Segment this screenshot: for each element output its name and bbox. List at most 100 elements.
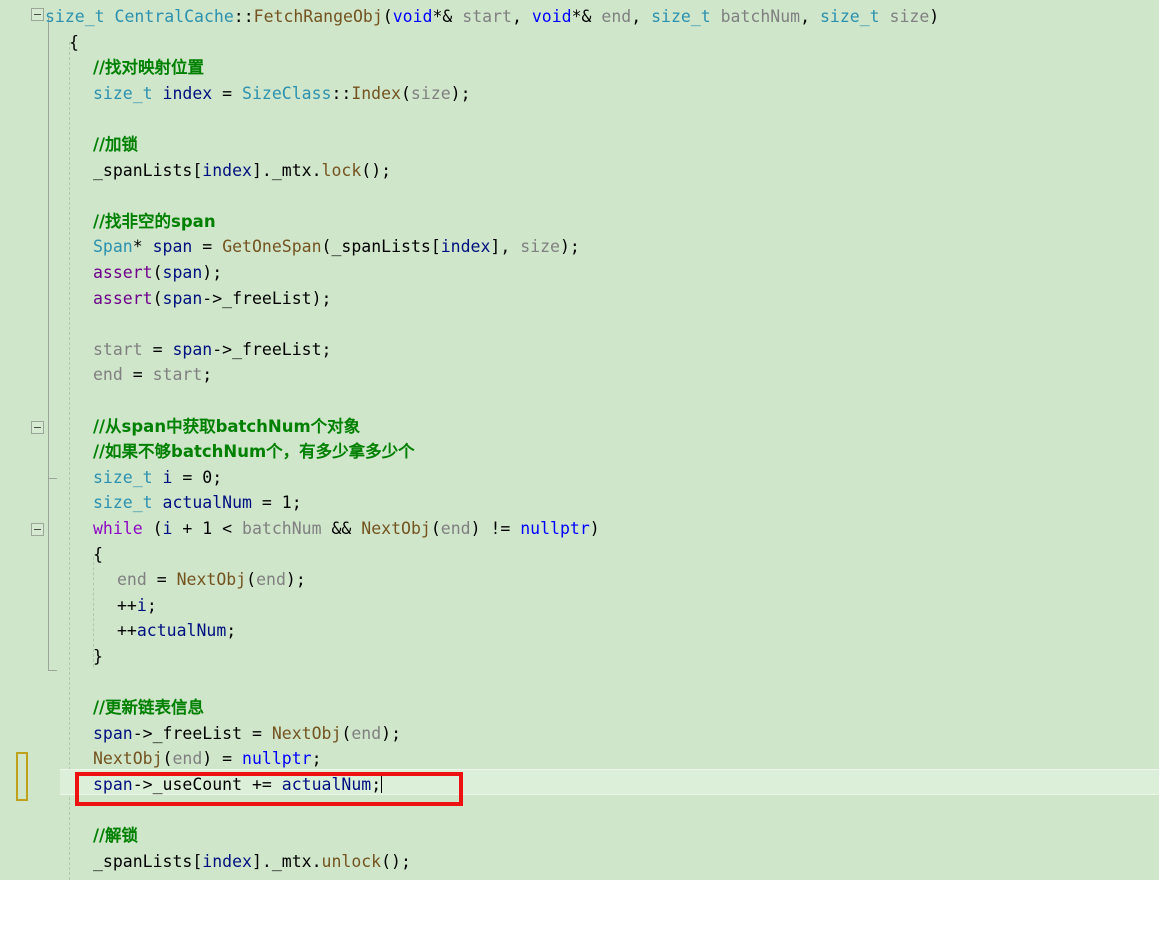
code-token: . — [311, 851, 322, 871]
code-token: actualNum — [136, 621, 227, 641]
code-token: batchNum — [242, 519, 322, 538]
code-token: . — [311, 160, 322, 180]
code-line[interactable]: ++i; — [117, 593, 157, 619]
code-token: * — [132, 237, 153, 257]
code-token: span — [172, 339, 213, 359]
code-token: ); — [450, 83, 471, 103]
code-token: [ — [192, 851, 203, 871]
code-token: size_t — [819, 7, 880, 26]
code-line[interactable]: { — [93, 542, 103, 568]
code-line[interactable]: span->_useCount += actualNum; — [93, 772, 383, 798]
code-token: :: — [331, 83, 352, 103]
code-token: end — [93, 365, 123, 385]
code-token: assert — [93, 288, 153, 308]
code-line[interactable]: ++actualNum; — [117, 618, 236, 644]
code-token: ( — [152, 263, 163, 282]
code-token: size_t — [93, 493, 153, 513]
code-token: ; — [202, 365, 213, 385]
code-line[interactable]: _spanLists[index]._mtx.lock(); — [93, 158, 391, 184]
code-token: //找对映射位置 — [93, 58, 205, 78]
code-line[interactable]: Span* span = GetOneSpan(_spanLists[index… — [93, 234, 580, 260]
code-token: ++ — [117, 595, 137, 615]
code-token: //从span中获取batchNum个对象 — [93, 416, 361, 436]
code-token: += — [242, 775, 282, 794]
code-token: && — [321, 519, 362, 538]
code-token: void — [392, 7, 433, 26]
code-token: , — [800, 7, 820, 26]
fold-marker-comment-block[interactable] — [31, 421, 44, 434]
code-token: //找非空的span — [93, 211, 216, 231]
code-line[interactable]: start = span->_freeList; — [93, 337, 331, 363]
code-token: while — [93, 519, 143, 538]
code-editor-viewport[interactable]: size_t CentralCache::FetchRangeObj(void*… — [0, 0, 1159, 880]
code-line[interactable]: //从span中获取batchNum个对象 — [93, 414, 360, 440]
code-token: _spanLists — [93, 160, 193, 180]
code-line[interactable]: { — [69, 30, 79, 56]
code-token: SizeClass — [242, 83, 332, 103]
code-line[interactable]: //解锁 — [93, 823, 138, 849]
code-token: _spanLists — [93, 851, 193, 871]
code-line[interactable]: //如果不够batchNum个，有多少拿多少个 — [93, 439, 415, 465]
code-token: _spanLists — [331, 237, 431, 257]
code-token: i — [162, 519, 173, 538]
code-token: end — [172, 749, 203, 769]
code-token: = — [172, 467, 203, 487]
code-token: *& — [432, 7, 463, 26]
code-token: start — [462, 7, 512, 26]
code-token: NextObj — [176, 570, 247, 590]
code-token: span — [162, 288, 203, 308]
code-line[interactable]: size_t index = SizeClass::Index(size); — [93, 81, 471, 107]
code-token: unlock — [321, 851, 382, 871]
code-token: batchNum — [720, 7, 801, 26]
code-token: //如果不够batchNum个，有多少拿多少个 — [93, 442, 415, 462]
code-token: CentralCache — [114, 7, 234, 26]
code-token: ( — [341, 723, 352, 743]
code-token: size — [889, 7, 930, 26]
code-token: , — [511, 7, 532, 26]
code-token: < — [212, 519, 243, 538]
unsaved-change-marker — [16, 752, 28, 801]
code-token: _freeList — [222, 288, 312, 308]
code-line[interactable]: NextObj(end) = nullptr; — [93, 746, 322, 772]
code-token: ( — [430, 519, 441, 538]
outline-vertical-line-comment-block — [48, 440, 49, 478]
code-token: size_t — [93, 467, 153, 487]
code-line[interactable]: //找非空的span — [93, 209, 216, 235]
fold-marker-function[interactable] — [31, 8, 44, 21]
code-line[interactable]: assert(span); — [93, 260, 222, 286]
code-line[interactable]: //加锁 — [93, 132, 138, 158]
code-token: index — [202, 851, 252, 871]
code-line[interactable]: span->_freeList = NextObj(end); — [93, 721, 401, 747]
indent-guide-level-1 — [69, 42, 70, 880]
code-line[interactable]: size_t actualNum = 1; — [93, 490, 302, 516]
code-token: ( — [152, 288, 163, 308]
code-token: ); — [311, 288, 332, 308]
code-token: span — [93, 775, 133, 794]
code-token: start — [152, 365, 203, 385]
code-line[interactable]: end = NextObj(end); — [117, 567, 306, 593]
code-token: ; — [226, 621, 237, 641]
code-token: -> — [212, 339, 233, 359]
code-line[interactable]: _spanLists[index]._mtx.unlock(); — [93, 849, 411, 875]
code-line[interactable]: //更新链表信息 — [93, 695, 204, 721]
code-line[interactable]: size_t CentralCache::FetchRangeObj(void*… — [45, 4, 939, 30]
code-line[interactable]: //找对映射位置 — [93, 55, 204, 81]
code-token: actualNum — [281, 775, 372, 794]
code-line[interactable]: assert(span->_freeList); — [93, 286, 331, 312]
code-token: NextObj — [271, 723, 342, 743]
code-token: Span — [93, 237, 133, 257]
code-line[interactable]: end = start; — [93, 362, 212, 388]
code-token: size_t — [93, 83, 153, 103]
code-token: ); — [559, 237, 580, 257]
code-line[interactable]: } — [93, 644, 103, 670]
fold-marker-while-loop[interactable] — [31, 523, 44, 536]
code-token: end — [351, 723, 382, 743]
code-token: //更新链表信息 — [93, 698, 205, 718]
code-line[interactable]: size_t i = 0; — [93, 465, 222, 491]
code-line[interactable]: while (i + 1 < batchNum && NextObj(end) … — [93, 516, 600, 542]
code-token: NextObj — [93, 749, 163, 769]
